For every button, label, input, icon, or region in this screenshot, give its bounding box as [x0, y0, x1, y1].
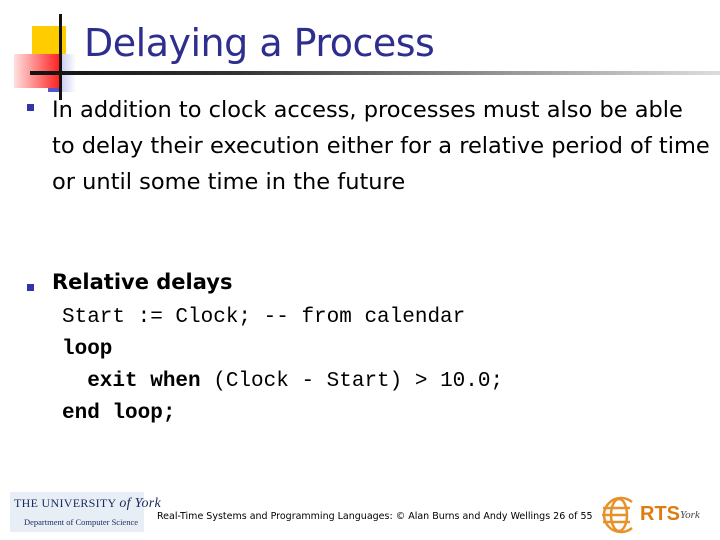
- footer-copyright: Real-Time Systems and Programming Langua…: [157, 511, 593, 522]
- code-keyword: loop: [62, 338, 113, 361]
- code-line: (Clock - Start) > 10.0;: [200, 370, 504, 393]
- globe-icon: [602, 496, 633, 534]
- university-name-italic: of York: [119, 496, 162, 511]
- bullet-text: In addition to clock access, processes m…: [52, 97, 710, 195]
- code-keyword: exit when: [62, 370, 201, 393]
- bullet-heading: Relative delays: [52, 270, 233, 294]
- department-name: Department of Computer Science: [24, 517, 139, 527]
- rts-logo: RTS York: [598, 494, 713, 536]
- university-name: THE UNIVERSITY: [14, 496, 120, 510]
- code-block: Start := Clock; -- from calendar loop ex…: [62, 302, 503, 430]
- rts-logo-text: RTS: [640, 503, 680, 525]
- code-line: Start := Clock; -- from calendar: [62, 306, 466, 329]
- title-underline: [30, 71, 720, 75]
- code-keyword: end loop;: [62, 402, 176, 425]
- bullet-marker-icon: [27, 104, 34, 111]
- slide-title: Delaying a Process: [84, 21, 435, 65]
- university-logo: THE UNIVERSITY of York Department of Com…: [10, 492, 161, 532]
- bullet-marker-icon: [27, 284, 34, 291]
- rts-logo-suffix: York: [680, 509, 700, 521]
